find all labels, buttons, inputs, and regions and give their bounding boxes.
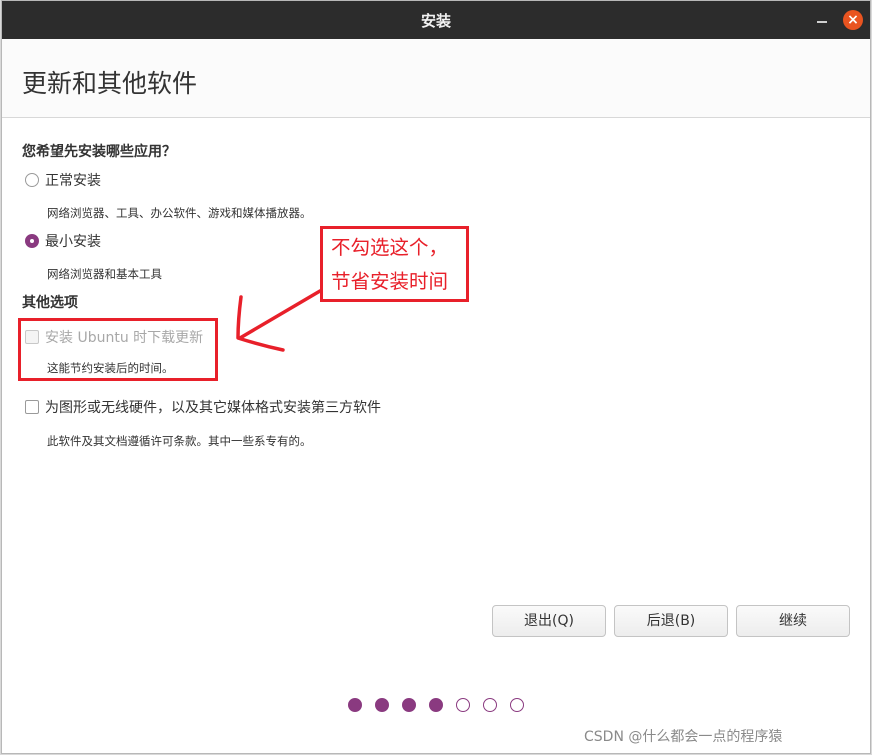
watermark: CSDN @什么都会一点的程序猿 [584,726,783,746]
annotation-arrow [236,289,322,352]
